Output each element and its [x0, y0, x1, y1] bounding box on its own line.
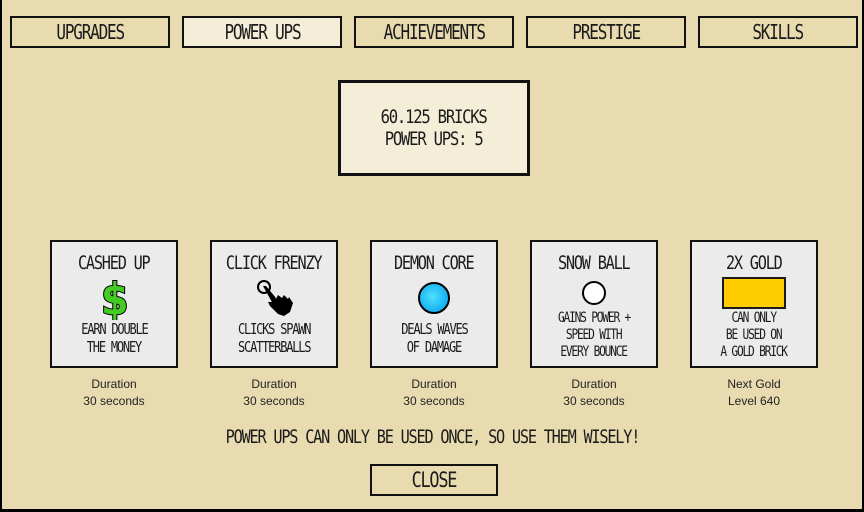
tab-achievements[interactable]: Achievements	[354, 16, 514, 48]
powerup-description: Gains Power + Speed with Every Bounce	[557, 310, 631, 360]
powerup-card[interactable]: Snow Ball Gains Power + Speed with Every…	[530, 240, 658, 368]
blue-ball-icon	[417, 276, 451, 320]
powerup-title: Click Frenzy	[226, 252, 323, 274]
meta-label: Duration	[571, 377, 617, 391]
meta-value: 30 seconds	[403, 394, 465, 408]
meta-label: Duration	[91, 377, 137, 391]
usage-notice: Power Ups can only be used once, so use …	[225, 426, 640, 448]
powerup-card[interactable]: Demon Core Deals Waves of Damage	[370, 240, 498, 368]
gold-brick-icon	[722, 276, 786, 310]
powerup-title: Snow Ball	[558, 252, 631, 274]
power-ups-count: Power Ups: 5	[385, 128, 484, 150]
meta-value: 30 seconds	[563, 394, 625, 408]
bricks-count: 60.125 Bricks	[381, 106, 488, 128]
status-box: 60.125 Bricks Power Ups: 5	[338, 80, 530, 176]
tab-label: Achievements	[383, 20, 485, 44]
pointing-hand-click-icon	[254, 276, 294, 320]
close-label: Close	[411, 468, 458, 492]
tab-prestige[interactable]: Prestige	[526, 16, 686, 48]
powerup-meta: Duration 30 seconds	[370, 376, 498, 410]
powerup-click-frenzy: Click Frenzy Clicks Spawn Scatterballs D…	[210, 240, 338, 410]
meta-value: 30 seconds	[243, 394, 305, 408]
powerup-snow-ball: Snow Ball Gains Power + Speed with Every…	[530, 240, 658, 410]
powerup-meta: Duration 30 seconds	[50, 376, 178, 410]
powerup-demon-core: Demon Core Deals Waves of Damage	[370, 240, 498, 410]
powerup-title: Demon Core	[394, 252, 475, 274]
meta-label: Next Gold	[727, 377, 781, 391]
powerup-title: 2X Gold	[726, 252, 783, 274]
meta-label: Duration	[411, 377, 457, 391]
meta-value: 30 seconds	[83, 394, 145, 408]
tab-label: Prestige	[572, 20, 641, 44]
close-button[interactable]: Close	[370, 464, 498, 496]
powerup-cashed-up: Cashed Up $ Earn Double the Money Durati…	[50, 240, 178, 410]
powerup-title: Cashed Up	[78, 252, 151, 274]
tab-upgrades[interactable]: Upgrades	[10, 16, 170, 48]
tab-label: Skills	[752, 20, 805, 44]
powerup-description: Can Only Be Used On A Gold Brick	[720, 310, 789, 360]
tab-label: Power Ups	[224, 20, 301, 44]
powerup-meta: Duration 30 seconds	[530, 376, 658, 410]
powerup-card[interactable]: Cashed Up $ Earn Double the Money	[50, 240, 178, 368]
dollar-sign-icon: $	[96, 276, 132, 320]
meta-value: Level 640	[727, 394, 781, 408]
powerup-card[interactable]: Click Frenzy Clicks Spawn Scatterballs	[210, 240, 338, 368]
powerup-description: Clicks Spawn Scatterballs	[237, 320, 312, 356]
power-ups-panel: Upgrades Power Ups Achievements Prestige…	[0, 0, 864, 512]
tab-power-ups[interactable]: Power Ups	[182, 16, 342, 48]
tab-label: Upgrades	[56, 20, 125, 44]
powerup-description: Earn Double the Money	[80, 320, 148, 356]
powerup-meta: Next Gold Level 640	[690, 376, 818, 410]
white-ball-icon	[581, 276, 607, 310]
powerup-card[interactable]: 2X Gold Can Only Be Used On A Gold Brick	[690, 240, 818, 368]
tab-skills[interactable]: Skills	[698, 16, 858, 48]
powerup-description: Deals Waves of Damage	[400, 320, 468, 356]
svg-text:$: $	[101, 276, 127, 320]
powerup-meta: Duration 30 seconds	[210, 376, 338, 410]
powerup-2x-gold: 2X Gold Can Only Be Used On A Gold Brick…	[690, 240, 818, 410]
meta-label: Duration	[251, 377, 297, 391]
